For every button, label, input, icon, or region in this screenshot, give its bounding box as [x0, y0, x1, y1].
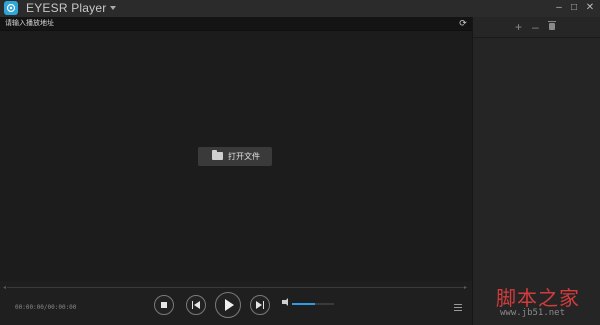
play-icon [225, 299, 234, 311]
stop-icon [161, 302, 167, 308]
previous-triangle-icon [194, 301, 200, 309]
playlist-panel: + – [472, 17, 600, 325]
app-menu-chevron-down-icon[interactable] [110, 6, 116, 10]
seek-left-icon: ◂ [3, 285, 7, 291]
next-button[interactable] [250, 295, 270, 315]
play-button[interactable] [215, 292, 241, 318]
volume-slider[interactable] [292, 303, 334, 305]
previous-icon [192, 301, 193, 309]
seek-track[interactable] [7, 287, 465, 288]
time-display: 00:00:00/00:00:00 [15, 304, 77, 311]
refresh-icon[interactable]: ⟳ [458, 18, 468, 28]
app-logo-icon [4, 1, 18, 15]
playlist-toolbar: + – [473, 17, 600, 38]
volume-icon[interactable] [282, 298, 288, 306]
close-button[interactable]: ✕ [583, 1, 597, 15]
playlist-toggle-icon[interactable] [454, 304, 462, 311]
open-file-label: 打开文件 [228, 152, 260, 161]
minimize-button[interactable]: – [552, 1, 566, 15]
address-bar: 请输入播放地址 ⟳ [0, 17, 472, 31]
maximize-button[interactable]: □ [567, 1, 581, 15]
watermark-text: 脚本之家 [496, 286, 580, 310]
volume-fill [292, 303, 316, 305]
control-bar: 00:00:00/00:00:00 [0, 292, 472, 325]
titlebar: EYESR Player – □ ✕ [0, 0, 600, 17]
next-bar-icon [263, 301, 264, 309]
remove-icon[interactable]: – [532, 21, 539, 33]
add-icon[interactable]: + [515, 21, 522, 33]
watermark-url: www.jb51.net [500, 308, 566, 318]
previous-button[interactable] [186, 295, 206, 315]
next-icon [256, 301, 262, 309]
seek-right-icon: ▸ [464, 285, 468, 291]
address-input[interactable]: 请输入播放地址 [5, 18, 54, 28]
stop-button[interactable] [154, 295, 174, 315]
folder-icon [212, 150, 223, 160]
app-title: EYESR Player [26, 1, 107, 15]
open-file-button[interactable]: 打开文件 [198, 147, 272, 166]
watermark: 脚本之家 www.jb51.net [496, 282, 596, 322]
trash-icon[interactable] [548, 21, 556, 30]
seek-bar[interactable]: ◂ ▸ [0, 283, 472, 293]
